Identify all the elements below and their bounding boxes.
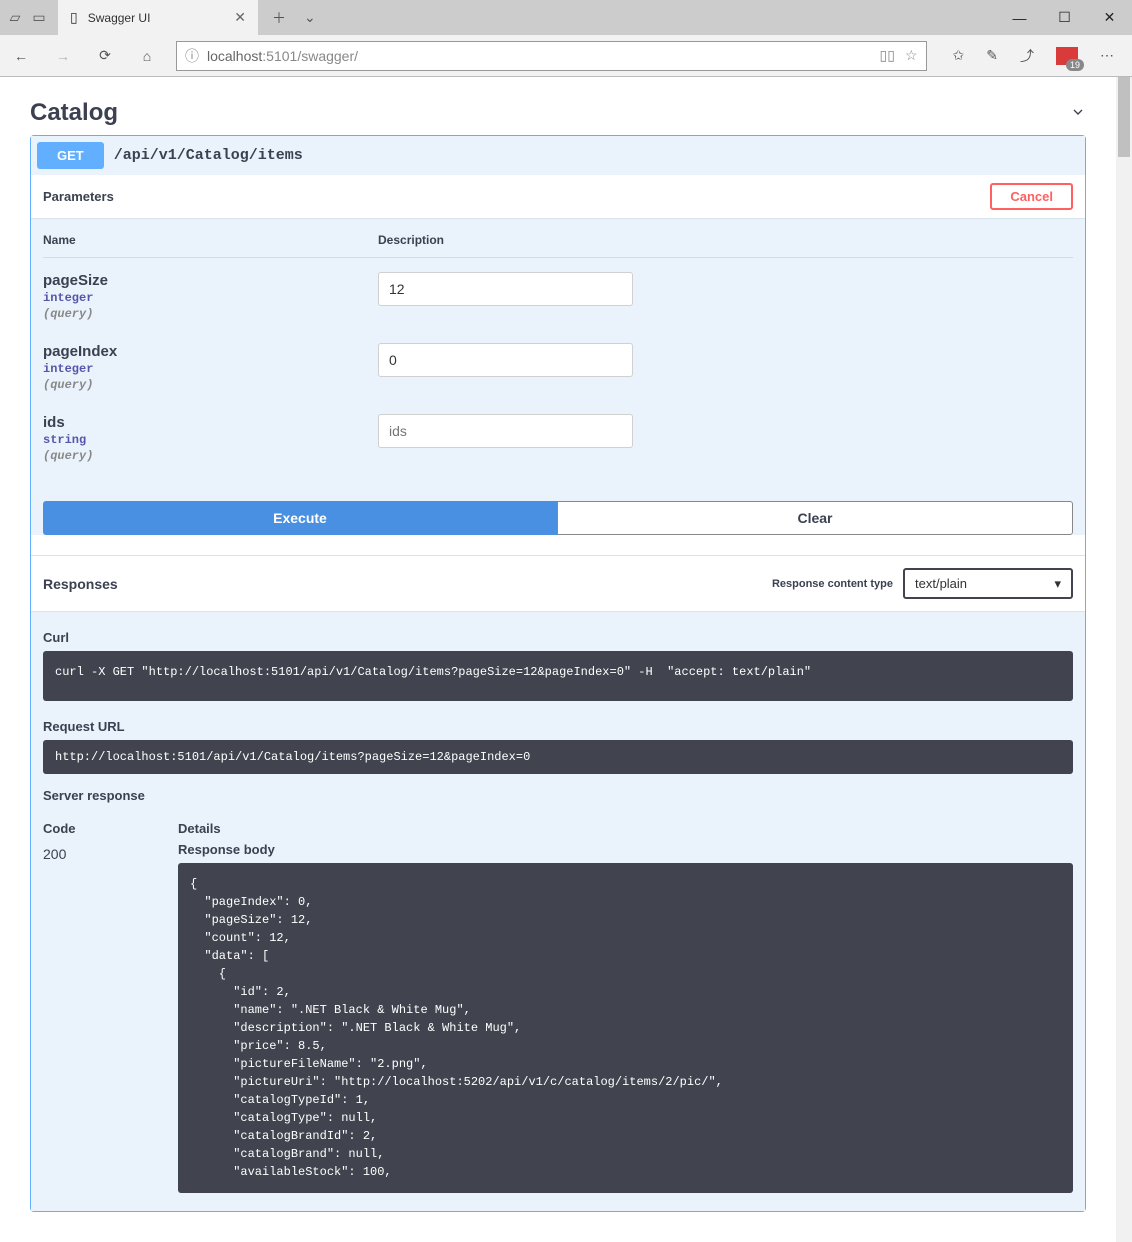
home-icon[interactable]: ⌂ [138,47,156,65]
extension-badge[interactable]: 19 [1056,47,1078,65]
chevron-down-icon[interactable] [1070,104,1086,123]
curl-output: curl -X GET "http://localhost:5101/api/v… [43,651,1073,701]
param-row: pageIndex integer (query) [43,329,1073,400]
cancel-button[interactable]: Cancel [990,183,1073,210]
url-path: /swagger/ [297,48,358,64]
close-window-button[interactable]: ✕ [1087,0,1132,35]
set-aside-icon[interactable]: ▭ [30,9,48,27]
operation-summary[interactable]: GET /api/v1/Catalog/items [31,136,1085,175]
operation-block: GET /api/v1/Catalog/items Parameters Can… [30,135,1086,1212]
parameters-heading: Parameters [43,189,990,204]
column-name-header: Name [43,233,378,247]
new-tab-icon[interactable]: ＋ [272,8,286,28]
refresh-icon[interactable]: ⟳ [96,47,114,65]
page-content: Catalog GET /api/v1/Catalog/items Parame… [0,77,1116,1242]
tab-title: Swagger UI [88,11,225,25]
response-code: 200 [43,842,178,1193]
param-name: pageIndex [43,343,378,360]
server-response-label: Server response [43,788,1073,803]
param-type: integer [43,291,378,305]
ids-input[interactable] [378,414,633,448]
extension-count: 19 [1066,59,1084,71]
back-icon[interactable]: ← [12,47,30,65]
share-icon[interactable]: ⤴ [1020,46,1034,66]
param-name: ids [43,414,378,431]
responses-heading: Responses [43,576,772,592]
param-type: string [43,433,378,447]
site-info-icon[interactable]: ⓘ [185,46,199,66]
content-type-label: Response content type [772,578,893,590]
param-row: pageSize integer (query) [43,258,1073,329]
browser-titlebar: ▱ ▭ ▯ Swagger UI ✕ ＋ ⌄ — ☐ ✕ [0,0,1132,35]
pagesize-input[interactable] [378,272,633,306]
more-icon[interactable]: ⋯ [1100,47,1114,64]
forward-icon[interactable]: → [54,47,72,65]
minimize-button[interactable]: — [997,0,1042,35]
column-description-header: Description [378,233,444,247]
response-body-label: Response body [178,842,1073,857]
param-in: (query) [43,307,378,321]
maximize-button[interactable]: ☐ [1042,0,1087,35]
method-badge: GET [37,142,104,169]
url-host: localhost [207,48,262,64]
tab-close-icon[interactable]: ✕ [234,9,246,26]
request-url-label: Request URL [43,719,1073,734]
url-port: :5101 [262,48,297,64]
favorite-icon[interactable]: ☆ [905,47,918,64]
param-row: ids string (query) [43,400,1073,471]
browser-tab[interactable]: ▯ Swagger UI ✕ [58,0,258,35]
tab-favicon: ▯ [70,9,78,26]
code-column-header: Code [43,821,178,836]
section-title: Catalog [30,99,1070,127]
favorites-bar-icon[interactable]: ✩ [953,47,965,64]
content-type-select[interactable]: text/plain [903,568,1073,599]
api-section-header[interactable]: Catalog [30,77,1086,135]
scrollbar-thumb[interactable] [1118,77,1130,157]
details-column-header: Details [178,821,221,836]
param-in: (query) [43,449,378,463]
pageindex-input[interactable] [378,343,633,377]
address-bar[interactable]: ⓘ localhost:5101/swagger/ ▯▯ ☆ [176,41,927,71]
tabs-aside-icon[interactable]: ▱ [6,9,24,27]
param-name: pageSize [43,272,378,289]
request-url-output: http://localhost:5101/api/v1/Catalog/ite… [43,740,1073,774]
param-type: integer [43,362,378,376]
vertical-scrollbar[interactable] [1116,77,1132,1242]
operation-path: /api/v1/Catalog/items [114,147,303,164]
param-in: (query) [43,378,378,392]
reading-view-icon[interactable]: ▯▯ [880,47,895,64]
clear-button[interactable]: Clear [557,501,1073,535]
tabs-dropdown-icon[interactable]: ⌄ [304,9,316,26]
notes-icon[interactable]: ✎ [986,47,998,64]
execute-button[interactable]: Execute [43,501,557,535]
curl-label: Curl [43,630,1073,645]
browser-toolbar: ← → ⟳ ⌂ ⓘ localhost:5101/swagger/ ▯▯ ☆ ✩… [0,35,1132,77]
response-body-output: { "pageIndex": 0, "pageSize": 12, "count… [178,863,1073,1193]
